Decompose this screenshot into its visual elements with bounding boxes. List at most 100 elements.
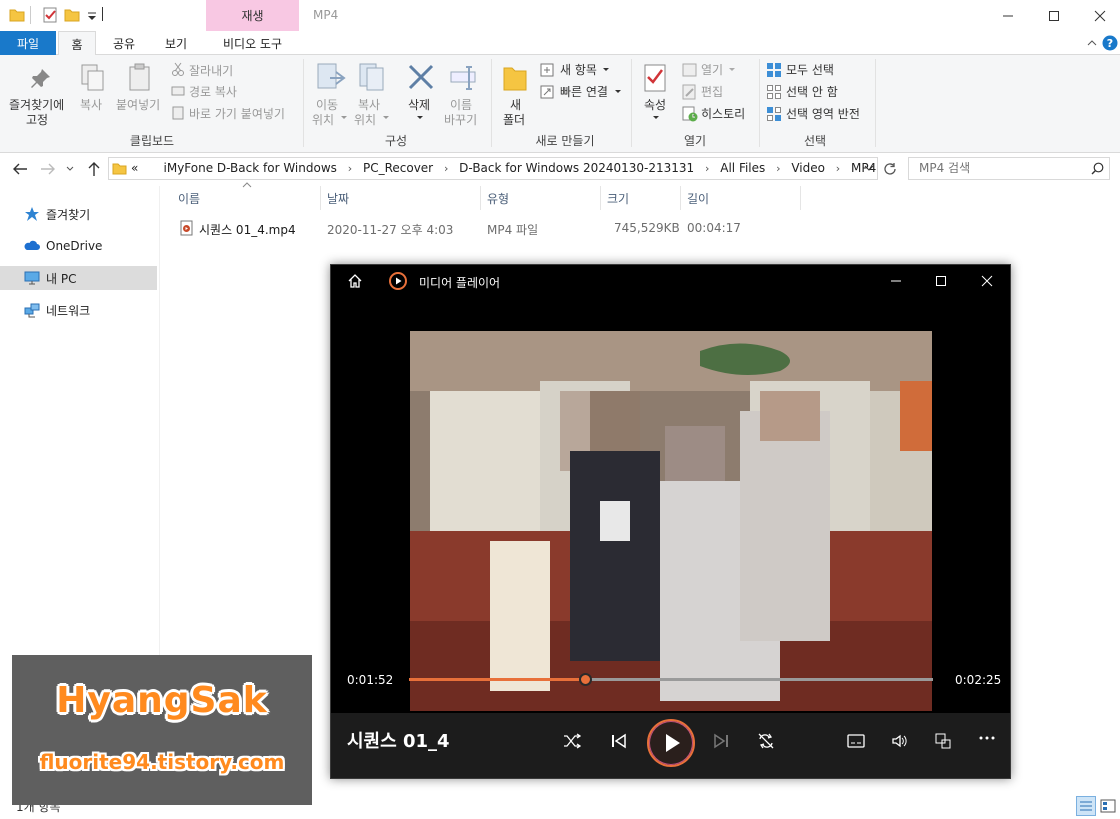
breadcrumb-item[interactable]: D-Back for Windows 20240130-213131 bbox=[459, 161, 694, 175]
breadcrumb-chevron-icon[interactable]: › bbox=[705, 162, 709, 175]
copy-to-icon[interactable] bbox=[358, 62, 388, 92]
delete-icon[interactable] bbox=[407, 63, 435, 91]
sidebar-item-network[interactable]: 네트워크 bbox=[0, 298, 157, 322]
new-folder-qat-icon[interactable] bbox=[64, 7, 80, 23]
select-none-label[interactable]: 선택 안 함 bbox=[786, 83, 838, 100]
search-input[interactable] bbox=[919, 161, 1089, 175]
tab-file[interactable]: 파일 bbox=[0, 31, 56, 55]
seek-bar[interactable] bbox=[409, 673, 933, 686]
breadcrumb-chevron-icon[interactable]: › bbox=[444, 162, 448, 175]
open-chevron-icon[interactable] bbox=[728, 66, 736, 74]
paste-label[interactable]: 붙여넣기 bbox=[116, 96, 160, 113]
breadcrumb-item[interactable]: PC_Recover bbox=[363, 161, 433, 175]
breadcrumb-item[interactable]: Video bbox=[791, 161, 825, 175]
move-to-icon[interactable] bbox=[316, 62, 346, 92]
new-item-label[interactable]: 새 항목 bbox=[560, 61, 597, 78]
next-icon[interactable] bbox=[713, 733, 729, 749]
new-item-chevron-icon[interactable] bbox=[602, 66, 610, 74]
delete-label[interactable]: 삭제 bbox=[408, 96, 430, 113]
copy-label[interactable]: 복사 bbox=[80, 96, 102, 113]
copy-to-label-2[interactable]: 위치 bbox=[354, 111, 376, 128]
easy-access-icon[interactable] bbox=[540, 84, 556, 100]
paste-icon[interactable] bbox=[127, 63, 153, 93]
breadcrumb-chevron-icon[interactable]: › bbox=[836, 162, 840, 175]
new-folder-label-2[interactable]: 폴더 bbox=[503, 111, 525, 128]
qat-customize-chevron-icon[interactable] bbox=[84, 7, 100, 23]
rename-label-2[interactable]: 바꾸기 bbox=[444, 111, 477, 128]
column-divider[interactable] bbox=[680, 186, 681, 210]
refresh-icon[interactable] bbox=[883, 162, 897, 176]
help-icon[interactable]: ? bbox=[1102, 35, 1118, 51]
history-label[interactable]: 히스토리 bbox=[701, 105, 745, 122]
paste-shortcut-label[interactable]: 바로 가기 붙여넣기 bbox=[189, 105, 285, 122]
recent-locations-chevron-icon[interactable] bbox=[66, 165, 74, 173]
video-frame[interactable] bbox=[410, 331, 932, 711]
address-field[interactable]: « iMyFone D-Back for Windows › PC_Recove… bbox=[108, 157, 878, 180]
select-all-icon[interactable] bbox=[766, 62, 782, 78]
breadcrumb-item[interactable]: iMyFone D-Back for Windows bbox=[164, 161, 337, 175]
large-icons-view-button[interactable] bbox=[1099, 797, 1117, 815]
tab-video-tools[interactable]: 비디오 도구 bbox=[206, 31, 299, 55]
breadcrumb-chevron-icon[interactable]: › bbox=[348, 162, 352, 175]
move-to-label-2[interactable]: 위치 bbox=[312, 111, 334, 128]
back-arrow-icon[interactable] bbox=[12, 162, 28, 176]
up-arrow-icon[interactable] bbox=[87, 161, 101, 177]
previous-icon[interactable] bbox=[611, 733, 627, 749]
minimize-button[interactable] bbox=[985, 0, 1031, 31]
breadcrumb-overflow[interactable]: « bbox=[131, 161, 138, 175]
column-divider[interactable] bbox=[800, 186, 801, 210]
pin-icon[interactable] bbox=[28, 67, 52, 91]
maximize-button[interactable] bbox=[1031, 0, 1077, 31]
mini-player-icon[interactable] bbox=[935, 733, 951, 749]
paste-shortcut-icon[interactable] bbox=[171, 106, 185, 120]
sidebar-item-this-pc[interactable]: 내 PC bbox=[0, 266, 157, 290]
close-button[interactable] bbox=[1077, 0, 1120, 31]
copy-to-chevron-icon[interactable] bbox=[382, 114, 390, 122]
forward-arrow-icon[interactable] bbox=[40, 162, 56, 176]
properties-icon[interactable] bbox=[643, 63, 669, 93]
pin-to-quick-access-label-2[interactable]: 고정 bbox=[26, 111, 48, 128]
cut-icon[interactable] bbox=[171, 62, 185, 76]
edit-label[interactable]: 편집 bbox=[701, 83, 723, 100]
select-all-label[interactable]: 모두 선택 bbox=[786, 61, 834, 78]
details-view-button[interactable] bbox=[1076, 796, 1096, 816]
properties-chevron-icon[interactable] bbox=[652, 114, 660, 122]
easy-access-label[interactable]: 빠른 연결 bbox=[560, 83, 608, 100]
invert-selection-label[interactable]: 선택 영역 반전 bbox=[786, 105, 860, 122]
volume-icon[interactable] bbox=[891, 733, 909, 749]
copy-path-icon[interactable] bbox=[171, 84, 185, 98]
more-options-icon[interactable] bbox=[979, 735, 995, 741]
history-icon[interactable] bbox=[682, 106, 698, 122]
search-icon[interactable] bbox=[1091, 162, 1104, 175]
new-item-icon[interactable] bbox=[540, 62, 556, 78]
column-divider[interactable] bbox=[600, 186, 601, 210]
properties-check-icon[interactable] bbox=[42, 7, 58, 23]
select-none-icon[interactable] bbox=[766, 84, 782, 100]
column-header-size[interactable]: 크기 bbox=[607, 190, 629, 207]
collapse-ribbon-chevron-icon[interactable] bbox=[1086, 37, 1098, 49]
tab-home[interactable]: 홈 bbox=[58, 31, 96, 56]
delete-chevron-icon[interactable] bbox=[416, 114, 424, 122]
column-divider[interactable] bbox=[480, 186, 481, 210]
move-to-chevron-icon[interactable] bbox=[340, 114, 348, 122]
shuffle-icon[interactable] bbox=[563, 733, 581, 749]
properties-label[interactable]: 속성 bbox=[644, 96, 666, 113]
sidebar-item-quick-access[interactable]: 즐겨찾기 bbox=[0, 202, 157, 226]
subtitles-icon[interactable] bbox=[847, 733, 865, 749]
search-field[interactable] bbox=[908, 157, 1110, 180]
open-icon[interactable] bbox=[682, 62, 698, 78]
breadcrumb-chevron-icon[interactable]: › bbox=[776, 162, 780, 175]
cut-label[interactable]: 잘라내기 bbox=[189, 62, 233, 79]
copy-icon[interactable] bbox=[80, 63, 106, 93]
tab-share[interactable]: 공유 bbox=[104, 31, 144, 55]
player-close-button[interactable] bbox=[964, 265, 1010, 297]
home-icon[interactable] bbox=[347, 273, 363, 289]
folder-icon[interactable] bbox=[9, 7, 25, 23]
player-minimize-button[interactable] bbox=[873, 265, 919, 297]
tab-view[interactable]: 보기 bbox=[150, 31, 202, 55]
player-maximize-button[interactable] bbox=[918, 265, 964, 297]
invert-selection-icon[interactable] bbox=[766, 106, 782, 122]
column-header-length[interactable]: 길이 bbox=[687, 190, 709, 207]
play-button[interactable] bbox=[647, 719, 695, 767]
column-header-date[interactable]: 날짜 bbox=[327, 190, 349, 207]
